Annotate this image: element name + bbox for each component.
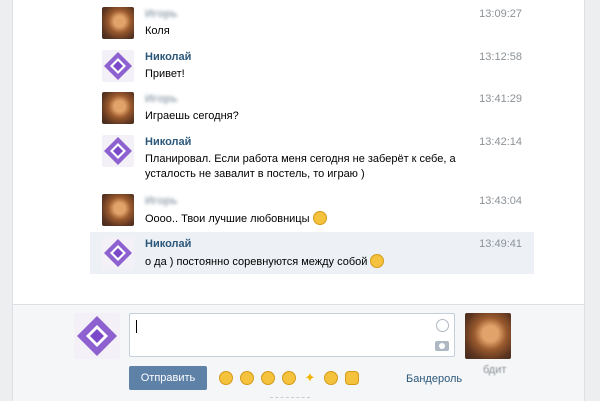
message-text-content: Оооо.. Твои лучшие любовницы: [145, 213, 310, 225]
purple-logo-icon: [104, 137, 132, 165]
purple-logo-icon: [104, 52, 132, 80]
message-author[interactable]: Николай: [145, 136, 191, 148]
banderol-link[interactable]: Бандероль: [406, 373, 462, 385]
pray-emoji-icon[interactable]: [345, 371, 359, 385]
grin-emoji-icon: [312, 211, 327, 225]
message-text: Коля: [145, 25, 170, 37]
my-avatar[interactable]: [74, 313, 120, 359]
avatar[interactable]: [102, 50, 134, 82]
message-text-content: о да ) постоянно соревнуются между собой: [145, 256, 368, 268]
camera-icon[interactable]: [435, 341, 449, 351]
message-item[interactable]: Игорь 13:43:04 Оооо.. Твои лучшие любовн…: [90, 189, 534, 231]
smile-emoji-icon[interactable]: [324, 371, 338, 385]
message-time: 13:12:58: [479, 51, 522, 63]
message-item[interactable]: Николай 13:12:58 Привет!: [90, 45, 534, 87]
message-time: 13:49:41: [479, 238, 522, 250]
message-history: Игорь 13:09:27 Коля Николай 13:12:58 При…: [12, 0, 585, 305]
message-text-line: усталость не завалит в постель, то играю…: [145, 168, 365, 180]
message-time: 13:43:04: [479, 195, 522, 207]
message-text: Привет!: [145, 68, 185, 80]
message-text: о да ) постоянно соревнуются между собой: [145, 254, 385, 270]
avatar[interactable]: [102, 7, 134, 39]
message-time: 13:42:14: [479, 136, 522, 148]
message-author[interactable]: Николай: [145, 238, 191, 250]
message-text-line: Планировал. Если работа меня сегодня не …: [145, 153, 456, 165]
scroll-indicator: [270, 397, 310, 400]
quick-emoji-bar: ✦: [219, 371, 366, 387]
purple-logo-icon: [77, 316, 117, 356]
message-author[interactable]: Николай: [145, 51, 191, 63]
message-author[interactable]: Игорь: [145, 8, 178, 20]
angry-emoji-icon[interactable]: [261, 371, 275, 385]
sparkles-emoji-icon[interactable]: ✦: [303, 371, 317, 385]
message-author[interactable]: Игорь: [145, 93, 178, 105]
message-text: Планировал. Если работа меня сегодня не …: [145, 152, 456, 182]
send-button[interactable]: Отправить: [129, 366, 207, 390]
text-caret: [136, 320, 137, 333]
avatar[interactable]: [102, 135, 134, 167]
message-input[interactable]: [129, 313, 455, 357]
avatar[interactable]: [102, 194, 134, 226]
message-item-highlighted[interactable]: Николай 13:49:41 о да ) постоянно соревн…: [90, 232, 534, 274]
message-composer: Отправить ✦ Бандероль бдит: [12, 305, 585, 401]
grin-emoji-icon[interactable]: [240, 371, 254, 385]
peer-status: бдит: [483, 364, 507, 376]
message-time: 13:41:29: [479, 93, 522, 105]
avatar[interactable]: [102, 92, 134, 124]
message-item[interactable]: Игорь 13:09:27 Коля: [90, 2, 534, 44]
cry-emoji-icon[interactable]: [282, 371, 296, 385]
avatar[interactable]: [102, 237, 134, 269]
message-item[interactable]: Игорь 13:41:29 Играешь сегодня?: [90, 87, 534, 129]
peer-avatar[interactable]: [465, 313, 511, 359]
laugh-emoji-icon: [370, 254, 385, 268]
message-item[interactable]: Николай 13:42:14 Планировал. Если работа…: [90, 130, 534, 184]
message-time: 13:09:27: [479, 8, 522, 20]
laugh-emoji-icon[interactable]: [219, 371, 233, 385]
message-text: Оооо.. Твои лучшие любовницы: [145, 211, 327, 227]
message-author[interactable]: Игорь: [145, 195, 178, 207]
emoji-picker-icon[interactable]: [436, 319, 449, 332]
message-text: Играешь сегодня?: [145, 110, 239, 122]
purple-logo-icon: [104, 239, 132, 267]
